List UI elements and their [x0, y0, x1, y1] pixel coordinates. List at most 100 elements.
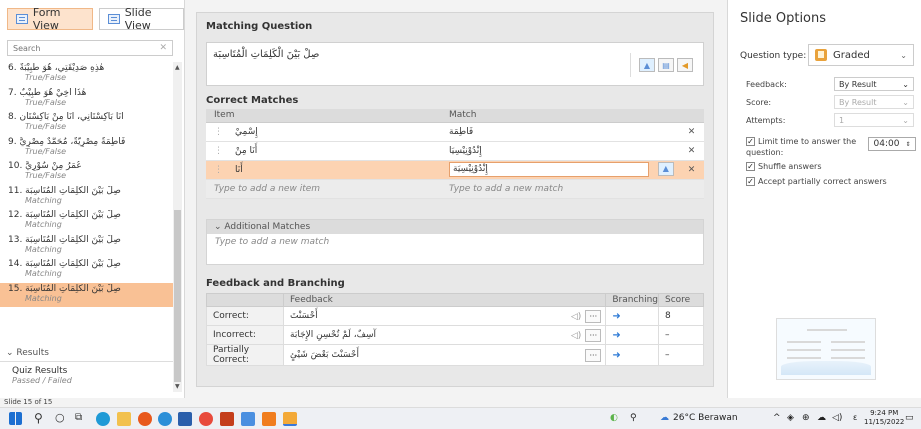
ispring-active-icon[interactable] — [283, 412, 297, 426]
branch-arrow-icon[interactable]: ➜ — [612, 350, 620, 361]
language-icon[interactable]: ⊕ — [802, 413, 810, 423]
slide-list-item[interactable]: هٰذِهِ صَدِيْقَتِي، هُوَ طَبِيْبَةٌ .6 Tr… — [0, 62, 173, 87]
feedback-select[interactable]: By Result ⌄ — [834, 77, 914, 91]
chevron-up-icon[interactable]: ^ — [773, 413, 781, 423]
slide-list-item[interactable]: أَنَا بَاكِسْتَانِي، أَنَا مِنْ بَاكِسْت… — [0, 111, 173, 136]
limit-time-checkbox[interactable]: ✓ — [746, 137, 755, 146]
question-text-box[interactable]: صِلْ بَيْنَ الْكَلِمَاتِ الْمُتَاسِبَة ▲… — [206, 42, 704, 86]
branching-cell[interactable]: ➜ — [605, 344, 659, 366]
match-cell[interactable]: فَاطِمَة — [441, 122, 679, 142]
shuffle-checkbox[interactable]: ✓ — [746, 162, 755, 171]
stepper-icon[interactable]: ⇕ — [905, 141, 910, 148]
match-cell[interactable]: إِنْدُوْنِيْسِيَا — [441, 141, 679, 161]
feedback-cell[interactable]: أَحْسَنْتَ بَعْضَ شَيْئٍ ··· — [282, 344, 607, 366]
scroll-up-icon[interactable]: ▲ — [175, 64, 180, 71]
audio-icon[interactable]: ◁) — [571, 312, 581, 322]
slide-list-item[interactable]: هٰذَا أَخِيْ هُوَ طَبِيْبٌ .7 True/False — [0, 87, 173, 112]
score-cell[interactable]: 8 — [658, 306, 704, 326]
item-cell[interactable]: ⋮ أَنَا مِنْ — [206, 141, 441, 161]
insert-audio-icon[interactable]: ◀ — [677, 58, 693, 72]
chrome-icon[interactable] — [199, 412, 213, 426]
search-input[interactable] — [13, 43, 160, 53]
app-icon-blue[interactable] — [158, 412, 172, 426]
app-icon-orange[interactable] — [138, 412, 152, 426]
add-match-field[interactable]: Type to add a new match — [441, 179, 679, 199]
drag-handle-icon[interactable]: ⋮ — [214, 146, 223, 156]
feedback-cell[interactable]: آسِفٌ، لَمْ تُحْسِنِ الإِجَابَة ◁) ··· — [282, 325, 607, 345]
network-icon[interactable]: ◈ — [787, 413, 794, 423]
slide-list-item[interactable]: صِلْ بَيْنَ الْكَلِمَاتِ الْمُتَاسِبَة .… — [0, 258, 173, 283]
slide-list-item[interactable]: فَاطِمَةٌ مِصْرِيَّةٌ، مُحَمَّدٌ مِصْرِي… — [0, 136, 173, 161]
search-icon[interactable]: ⚲ — [34, 412, 48, 426]
slide-list-item[interactable]: صِلْ بَيْنَ الْكَلِمَاتِ الْمُتَاسِبَة .… — [0, 282, 173, 307]
clock[interactable]: 9:24 PM 11/15/2022 — [864, 409, 904, 427]
more-options-button[interactable]: ··· — [585, 348, 602, 362]
delete-row-icon[interactable]: ✕ — [679, 122, 704, 142]
match-cell[interactable]: إِنْدُوْنِيْسِيَة ▲ — [441, 160, 679, 180]
quiz-results-item[interactable]: Quiz Results Passed / Failed — [12, 366, 72, 385]
branching-cell[interactable]: ➜ — [605, 306, 659, 326]
app-icon-shield[interactable] — [241, 412, 255, 426]
score-cell[interactable]: – — [658, 344, 704, 366]
scroll-down-icon[interactable]: ▼ — [175, 383, 180, 390]
branch-arrow-icon[interactable]: ➜ — [612, 330, 620, 341]
time-input[interactable]: 04:00 ⇕ — [868, 137, 916, 151]
add-row[interactable]: Type to add a new item Type to add a new… — [206, 179, 704, 199]
scrollbar-thumb[interactable] — [174, 210, 181, 382]
form-view-tab[interactable]: Form View — [7, 6, 93, 32]
drag-handle-icon[interactable]: ⋮ — [214, 165, 223, 175]
people-icon[interactable]: ⚲ — [630, 413, 637, 423]
slide-list-item[interactable]: صِلْ بَيْنَ الْكَلِمَاتِ الْمُتَاسِبَة .… — [0, 209, 173, 234]
edge-icon[interactable] — [96, 412, 110, 426]
windows-start-icon[interactable] — [9, 412, 22, 425]
cortana-icon[interactable]: ○ — [55, 412, 69, 426]
delete-row-icon[interactable]: ✕ — [679, 141, 704, 161]
shuffle-option[interactable]: ✓ Shuffle answers — [746, 162, 821, 171]
cloud-icon[interactable]: ☁ — [817, 413, 826, 423]
additional-matches-header[interactable]: ⌄ Additional Matches — [207, 220, 703, 234]
item-cell[interactable]: ⋮ أَنَا — [206, 160, 441, 180]
branching-cell[interactable]: ➜ — [605, 325, 659, 345]
slide-list-scrollbar[interactable]: ▲ ▼ — [173, 62, 182, 392]
word-icon[interactable] — [178, 412, 192, 426]
feedback-cell[interactable]: أَحْسَنْتَ ◁) ··· — [282, 306, 607, 326]
clear-search-icon[interactable]: ✕ — [159, 43, 167, 53]
accept-partial-option[interactable]: ✓ Accept partially correct answers — [746, 177, 887, 186]
accept-partial-checkbox[interactable]: ✓ — [746, 177, 755, 186]
branch-arrow-icon[interactable]: ➜ — [612, 311, 620, 322]
tray-app-icon[interactable]: ◐ — [610, 413, 618, 423]
additional-match-field[interactable]: Type to add a new match — [207, 234, 703, 250]
score-select[interactable]: By Result ⌄ — [834, 95, 914, 109]
weather-icon[interactable]: ☁ — [660, 413, 669, 423]
question-type-select[interactable]: Graded ⌄ — [808, 44, 914, 66]
audio-icon[interactable]: ◁) — [571, 331, 581, 341]
score-cell[interactable]: – — [658, 325, 704, 345]
slide-list-item[interactable]: صِلْ بَيْنَ الْكَلِمَاتِ الْمُتَاسِبَة .… — [0, 234, 173, 259]
table-row[interactable]: ⋮ أَنَا مِنْ إِنْدُوْنِيْسِيَا ✕ — [206, 141, 704, 161]
notification-icon[interactable]: ▭ — [905, 413, 914, 423]
drag-handle-icon[interactable]: ⋮ — [214, 127, 223, 137]
insert-picture-icon[interactable]: ▲ — [639, 58, 655, 72]
slide-list-item[interactable]: عُمَرُ مِنْ سُوْرِيَّ .10 True/False — [0, 160, 173, 185]
volume-icon[interactable]: ◁) — [832, 413, 842, 423]
more-options-button[interactable]: ··· — [585, 328, 602, 342]
insert-video-icon[interactable]: ▤ — [658, 58, 674, 72]
file-explorer-icon[interactable] — [117, 412, 131, 426]
powerpoint-icon[interactable] — [220, 412, 234, 426]
match-edit-field[interactable]: إِنْدُوْنِيْسِيَة — [449, 162, 649, 178]
table-row-selected[interactable]: ⋮ أَنَا إِنْدُوْنِيْسِيَة ▲ ✕ — [206, 160, 704, 180]
keyboard-lang-icon[interactable]: ε — [853, 413, 857, 422]
table-row[interactable]: ⋮ إِسْمِيْ فَاطِمَة ✕ — [206, 122, 704, 142]
slide-thumbnail[interactable] — [776, 318, 876, 380]
attempts-select[interactable]: 1 ⌄ — [834, 113, 914, 127]
delete-row-icon[interactable]: ✕ — [679, 160, 704, 180]
question-text[interactable]: صِلْ بَيْنَ الْكَلِمَاتِ الْمُتَاسِبَة — [213, 49, 319, 60]
results-group-header[interactable]: ⌄ Results — [0, 348, 173, 362]
limit-time-option[interactable]: ✓ Limit time to answer the question: — [746, 136, 861, 158]
item-cell[interactable]: ⋮ إِسْمِيْ — [206, 122, 441, 142]
slide-list-item[interactable]: صِلْ بَيْنَ الْكَلِمَاتِ الْمُتَاسِبَة .… — [0, 185, 173, 210]
ispring-icon[interactable] — [262, 412, 276, 426]
more-options-button[interactable]: ··· — [585, 309, 602, 323]
weather-text[interactable]: 26°C Berawan — [673, 413, 738, 423]
add-item-field[interactable]: Type to add a new item — [206, 179, 441, 199]
